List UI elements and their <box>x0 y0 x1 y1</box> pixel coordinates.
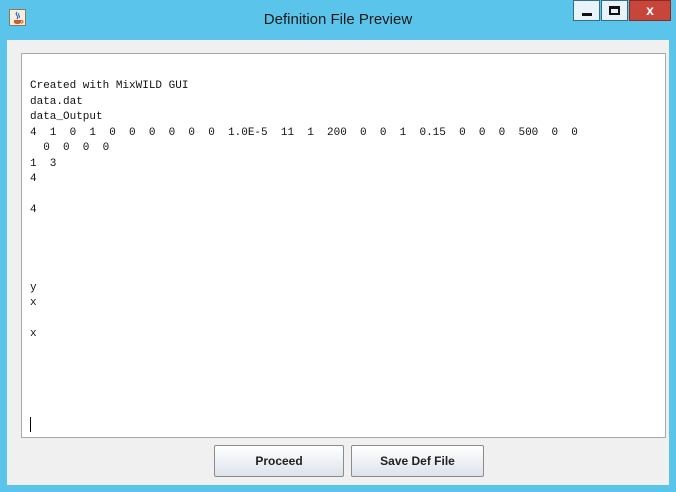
close-button[interactable]: x <box>629 0 671 21</box>
proceed-button[interactable]: Proceed <box>214 445 344 477</box>
title-bar[interactable]: Definition File Preview x <box>0 0 676 40</box>
maximize-icon <box>609 6 620 15</box>
text-caret <box>30 417 31 432</box>
definition-file-content: Created with MixWILD GUI data.dat data_O… <box>30 80 578 340</box>
minimize-icon <box>582 13 592 16</box>
minimize-button[interactable] <box>573 0 600 21</box>
definition-file-text-area[interactable]: Created with MixWILD GUI data.dat data_O… <box>21 53 666 438</box>
save-def-file-button[interactable]: Save Def File <box>351 445 484 477</box>
definition-file-preview-window: Definition File Preview x Created with M… <box>0 0 676 492</box>
close-icon: x <box>646 2 654 18</box>
maximize-button[interactable] <box>601 0 628 21</box>
